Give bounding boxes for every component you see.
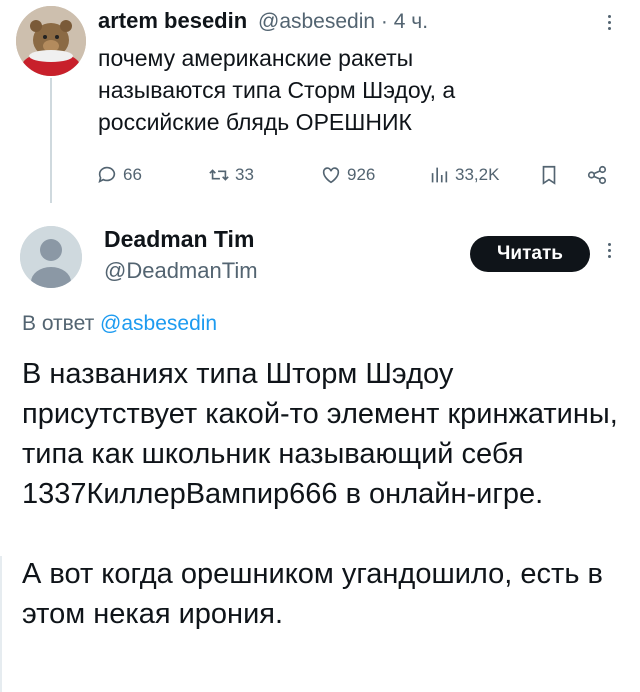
bookmark-button[interactable]	[538, 164, 560, 186]
author-name[interactable]: Deadman Tim	[104, 226, 254, 253]
retweet-count: 33	[235, 165, 254, 184]
author-name[interactable]: artem besedin	[98, 8, 247, 34]
bookmark-icon	[542, 165, 556, 185]
like-count: 926	[347, 165, 376, 184]
reply-mention-link[interactable]: @asbesedin	[100, 312, 217, 335]
tweet-paragraph: А вот когда орешником угандошило, есть в…	[22, 558, 603, 630]
reply-context: В ответ @asbesedin	[22, 312, 218, 335]
divider	[0, 556, 2, 692]
views-icon	[431, 167, 448, 183]
reply-icon	[98, 166, 116, 183]
retweet-icon	[209, 169, 229, 181]
retweet-button[interactable]: 33	[208, 164, 254, 186]
more-icon[interactable]	[606, 240, 612, 261]
tweet-text: почему американские ракеты называются ти…	[98, 45, 456, 135]
more-icon[interactable]	[606, 12, 612, 33]
tweet-paragraph: В названиях типа Шторм Шэдоу присутствуе…	[22, 358, 618, 510]
share-button[interactable]	[586, 164, 608, 186]
reply-count: 66	[123, 165, 142, 184]
follow-button[interactable]: Читать	[470, 236, 590, 272]
heart-icon	[322, 167, 340, 184]
like-button[interactable]: 926	[320, 164, 375, 186]
tweet-text: В названиях типа Шторм Шэдоу присутствуе…	[22, 354, 622, 634]
thread-line	[50, 78, 52, 203]
views-button[interactable]: 33,2K	[428, 164, 499, 186]
views-count: 33,2K	[455, 165, 500, 184]
reply-button[interactable]: 66	[96, 164, 142, 186]
tweet-actions: 66 33 926 33,2K	[96, 164, 616, 192]
share-icon	[587, 165, 607, 185]
author-handle-time[interactable]: @asbesedin · 4 ч.	[258, 10, 428, 34]
default-avatar-icon[interactable]	[20, 226, 82, 288]
author-handle[interactable]: @DeadmanTim	[104, 258, 258, 284]
avatar[interactable]	[16, 6, 86, 76]
